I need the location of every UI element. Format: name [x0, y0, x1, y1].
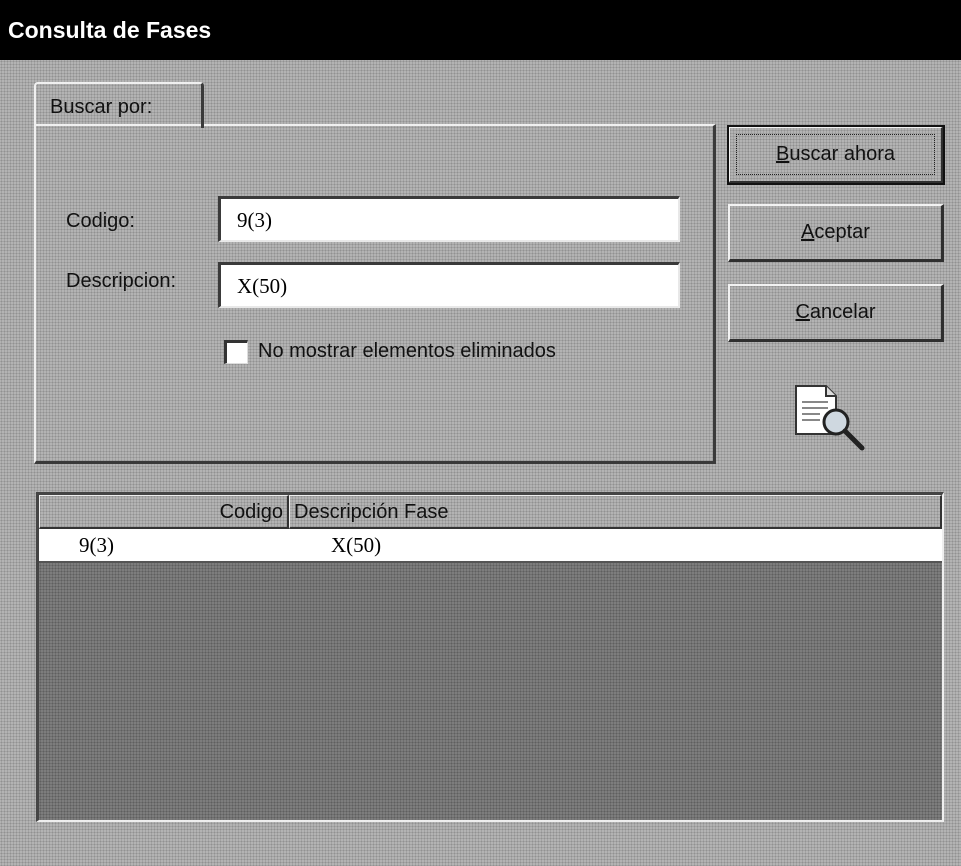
- column-header-codigo[interactable]: Codigo: [39, 495, 289, 529]
- results-grid[interactable]: Codigo Descripción Fase 9(3) X(50): [36, 492, 944, 822]
- cancelar-label: ancelar: [809, 301, 876, 323]
- grid-header: Codigo Descripción Fase: [39, 495, 942, 529]
- window-title-bar: Consulta de Fases: [0, 0, 961, 60]
- tab-label: Buscar por:: [50, 96, 153, 118]
- aceptar-label: ceptar: [814, 221, 870, 243]
- descripcion-label: Descripcion:: [66, 270, 177, 292]
- column-header-descripcion[interactable]: Descripción Fase: [289, 495, 942, 529]
- tab-buscar-por[interactable]: Buscar por:: [34, 82, 204, 128]
- cancelar-mnemonic: C: [795, 301, 810, 323]
- cancelar-button[interactable]: Cancelar: [728, 284, 944, 342]
- cell-descripcion: X(50): [331, 533, 382, 557]
- document-magnifier-icon: [795, 385, 865, 451]
- codigo-input[interactable]: 9(3): [218, 196, 680, 242]
- window-title: Consulta de Fases: [8, 17, 212, 43]
- descripcion-input[interactable]: X(50): [218, 262, 680, 308]
- cell-codigo: 9(3): [79, 533, 114, 557]
- no-mostrar-eliminados-checkbox[interactable]: [224, 340, 248, 364]
- table-row[interactable]: 9(3) X(50): [39, 529, 942, 563]
- aceptar-button[interactable]: Aceptar: [728, 204, 944, 262]
- codigo-label: Codigo:: [66, 210, 135, 232]
- aceptar-mnemonic: A: [801, 221, 815, 243]
- focus-rectangle: [736, 134, 935, 175]
- checkbox-label[interactable]: No mostrar elementos eliminados: [258, 340, 556, 363]
- buscar-ahora-button[interactable]: Buscar ahora: [727, 125, 945, 185]
